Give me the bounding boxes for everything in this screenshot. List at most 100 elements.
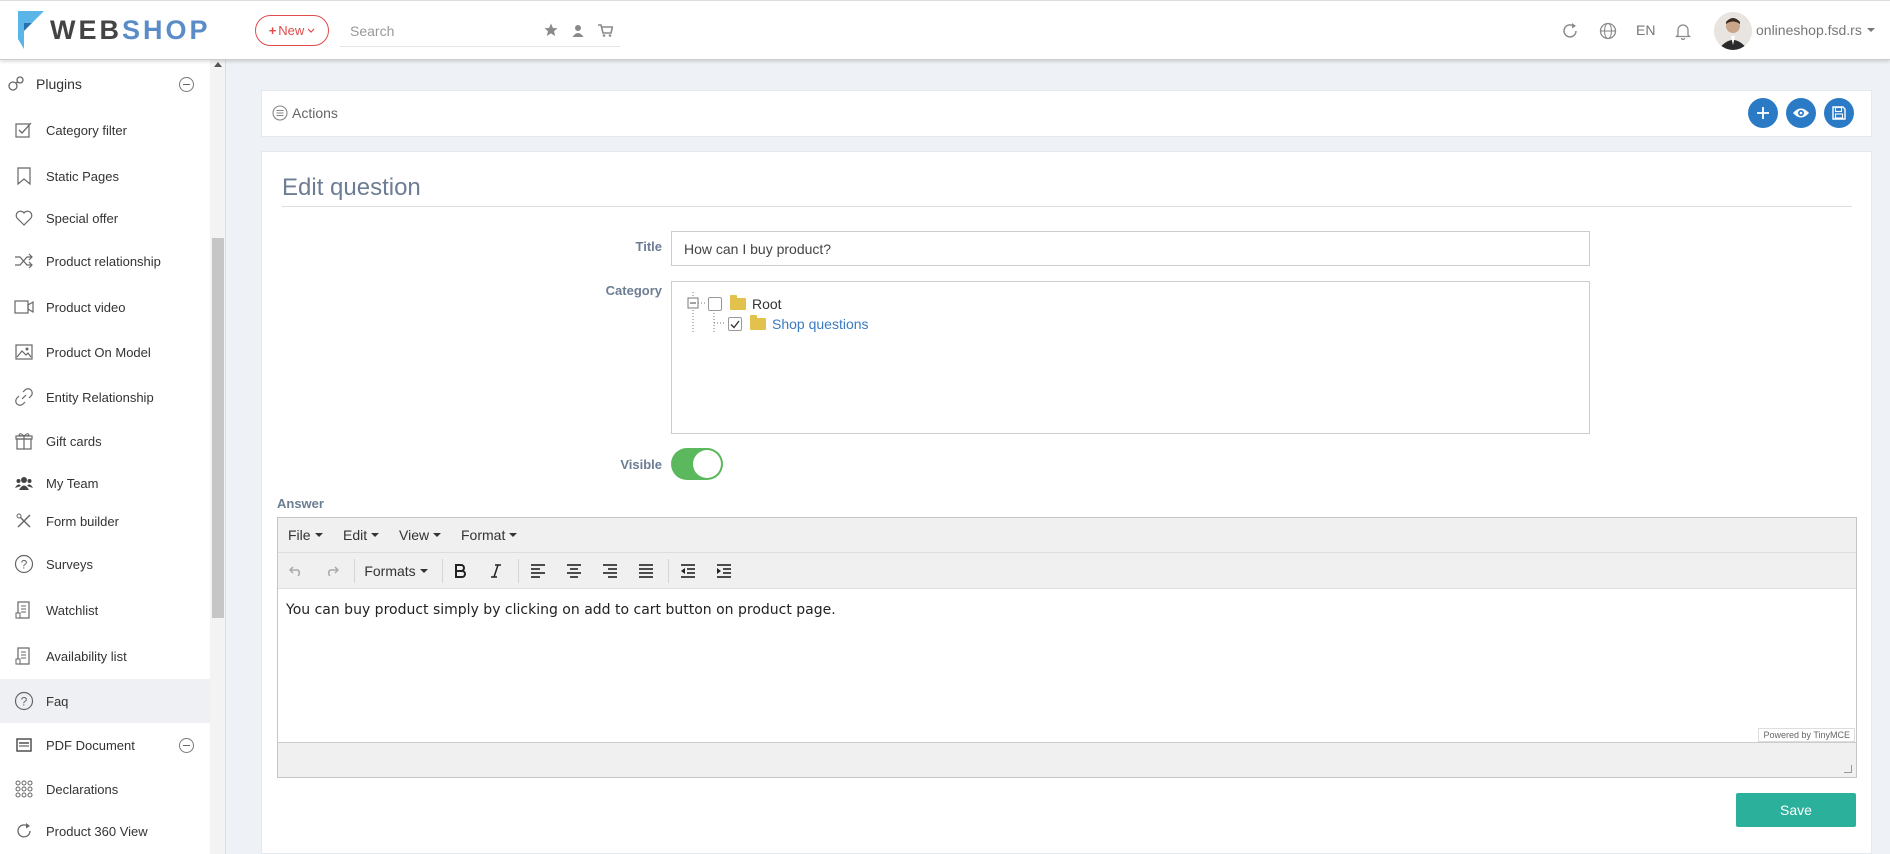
cart-icon[interactable] [596,21,614,39]
visible-label: Visible [620,457,662,472]
list-circle-icon [272,105,288,121]
scrollbar-thumb[interactable] [212,238,224,618]
language-selector[interactable]: EN [1636,22,1655,38]
bell-icon[interactable] [1673,21,1693,41]
sidebar-item-watchlist[interactable]: Watchlist [0,590,210,630]
visible-toggle[interactable] [671,448,723,480]
sidebar-item-product-relationship[interactable]: Product relationship [0,241,210,281]
justify-button[interactable] [632,558,660,584]
toolbar-separator [354,559,355,583]
sidebar-item-label: Surveys [46,556,93,572]
resize-handle-icon[interactable] [1844,765,1852,773]
add-button[interactable] [1748,98,1778,128]
shop-questions-checkbox[interactable] [728,317,742,331]
plugin-icon [6,74,26,94]
new-button[interactable]: + New [255,15,329,46]
sidebar-item-label: Product On Model [46,344,151,360]
logo[interactable]: WEBSHOP [18,10,211,50]
sidebar-item-special-offer[interactable]: Special offer [0,198,210,238]
sidebar-item-faq[interactable]: ? Faq [0,679,210,723]
menu-view[interactable]: View [399,527,442,543]
plus-icon: + [268,23,277,38]
logo-flag-icon [18,11,44,49]
sidebar-item-product-video[interactable]: Product video [0,287,210,327]
align-right-button[interactable] [596,558,624,584]
gift-icon [14,431,34,451]
grid-icon [14,779,34,799]
indent-button[interactable] [710,558,738,584]
menu-label: Edit [343,527,368,543]
formats-dropdown[interactable]: Formats [360,558,432,584]
sidebar-item-label: Product video [46,299,126,315]
tree-node-label[interactable]: Root [752,296,782,312]
align-center-button[interactable] [560,558,588,584]
save-icon-button[interactable] [1824,98,1854,128]
sidebar-item-label: Product 360 View [46,823,148,839]
preview-button[interactable] [1786,98,1816,128]
menu-file[interactable]: File [288,527,323,543]
root-checkbox[interactable] [708,297,722,311]
actions-menu[interactable]: Actions [272,105,338,121]
bold-button[interactable] [446,558,474,584]
align-left-button[interactable] [524,558,552,584]
sidebar-item-form-builder[interactable]: Form builder [0,501,210,541]
sidebar-item-static-pages[interactable]: Static Pages [0,156,210,196]
undo-button[interactable] [282,558,310,584]
tree-node-label[interactable]: Shop questions [772,316,869,332]
shuffle-icon [14,251,34,271]
actions-bar: Actions [261,90,1872,137]
edit-question-panel: Edit question Title Category Root Shop q… [261,151,1872,854]
folder-icon [750,315,766,330]
globe-icon[interactable] [1598,21,1618,41]
heart-icon [14,208,34,228]
sidebar-item-product-on-model[interactable]: Product On Model [0,332,210,372]
save-button[interactable]: Save [1736,793,1856,827]
editor-content[interactable]: You can buy product simply by clicking o… [278,590,1856,740]
sidebar-item-gift-cards[interactable]: Gift cards [0,421,210,461]
sidebar-scrollbar[interactable] [210,60,225,854]
redo-button[interactable] [318,558,346,584]
sidebar-item-label: Special offer [46,210,119,226]
avatar[interactable] [1714,12,1752,50]
actions-label: Actions [292,105,338,121]
menu-label: View [399,527,430,543]
checkbox-icon [14,120,34,140]
scroll-up-arrow-icon[interactable] [214,62,222,67]
user-icon[interactable] [569,21,587,39]
account-menu[interactable]: onlineshop.fsd.rs [1756,22,1875,38]
sidebar-item-category-filter[interactable]: Category filter [0,110,210,150]
outdent-icon [681,564,695,578]
sidebar-item-declarations[interactable]: Declarations [0,769,210,809]
menu-format[interactable]: Format [461,527,518,543]
align-center-icon [567,564,581,578]
sidebar-item-entity-relationship[interactable]: Entity Relationship [0,377,210,417]
sidebar-item-surveys[interactable]: ? Surveys [0,544,210,584]
chevron-down-icon [307,28,315,33]
menu-edit[interactable]: Edit [343,527,380,543]
sidebar-item-my-team[interactable]: My Team [0,463,210,503]
sync-icon[interactable] [1560,21,1580,41]
logo-text-shop: SHOP [122,14,211,45]
sidebar-item-pdf-document[interactable]: PDF Document [0,725,210,765]
collapse-icon[interactable] [179,737,194,753]
italic-icon [491,564,501,578]
sidebar-item-label: Gift cards [46,433,102,449]
outdent-button[interactable] [674,558,702,584]
checkmark-icon [730,320,740,329]
tools-icon [14,511,34,531]
formats-label: Formats [364,563,416,579]
sidebar-item-label: Availability list [46,648,127,664]
italic-button[interactable] [482,558,510,584]
collapse-icon[interactable] [179,76,194,92]
star-icon[interactable] [542,21,560,39]
pdf-icon [14,735,34,755]
sidebar-item-availability-list[interactable]: Availability list [0,636,210,676]
new-button-label: New [278,23,305,38]
toggle-knob [693,450,721,478]
menu-label: File [288,527,311,543]
title-input[interactable] [671,231,1590,266]
powered-by-label[interactable]: Powered by TinyMCE [1758,728,1855,742]
sidebar-item-product-360-view[interactable]: Product 360 View [0,811,210,851]
sidebar-item-plugins[interactable]: Plugins [0,64,210,104]
search-input[interactable] [350,19,540,43]
